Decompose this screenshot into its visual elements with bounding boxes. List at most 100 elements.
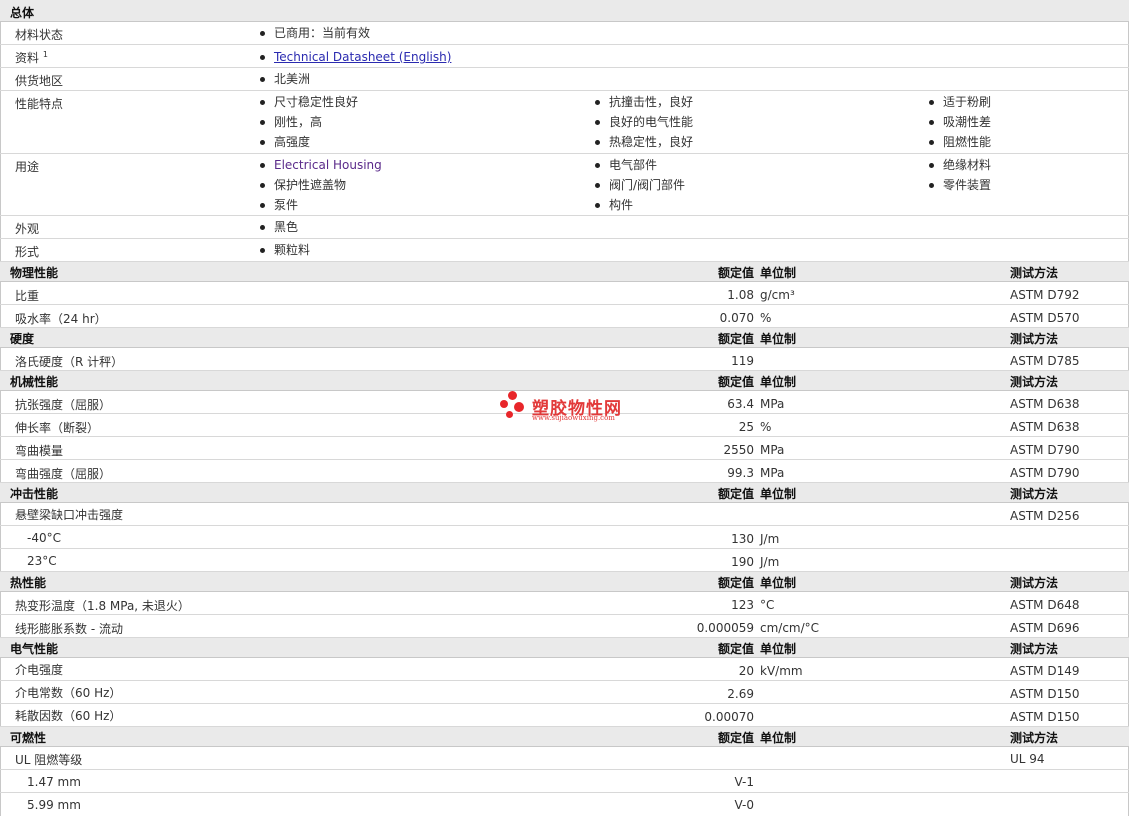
section-title: 机械性能 [10,375,59,389]
features-col-2: 抗撞击性，良好 良好的电气性能 热稳定性，良好 [594,92,693,152]
prop-method: ASTM D150 [1010,687,1080,701]
prop-name: 介电强度 [15,663,64,677]
prop-name: 洛氏硬度（R 计秤） [15,355,124,369]
table-row: 洛氏硬度（R 计秤） 119 ASTM D785 [0,348,1129,371]
col-method: 测试方法 [1010,576,1059,590]
feature-item: 吸潮性差 [928,112,991,132]
prop-name: 悬壁梁缺口冲击强度 [15,508,124,522]
prop-value: 0.000059 [696,621,754,635]
use-item: 绝缘材料 [928,155,991,175]
col-nominal: 额定值 [717,576,754,590]
section-title: 热性能 [10,576,47,590]
prop-value: 1.08 [727,288,754,302]
prop-name: 热变形温度（1.8 MPa, 未退火） [15,599,190,613]
section-title: 物理性能 [10,266,59,280]
section-general-header: 总体 [0,0,1129,22]
table-row: 悬壁梁缺口冲击强度 ASTM D256 [0,503,1129,526]
prop-method: ASTM D149 [1010,664,1080,678]
feature-item: 良好的电气性能 [594,112,693,132]
prop-unit: J/m [760,532,780,546]
prop-value: 2.69 [727,687,754,701]
section-title: 硬度 [10,332,35,346]
docs-list: Technical Datasheet (English) [259,47,451,67]
col-unit: 单位制 [760,576,797,590]
prop-unit: MPa [760,397,785,411]
row-appearance: 外观 黑色 [0,216,1129,239]
col-method: 测试方法 [1010,332,1059,346]
prop-method: ASTM D638 [1010,397,1080,411]
feature-item: 高强度 [259,132,358,152]
region-value: 北美洲 [259,69,310,89]
col-unit: 单位制 [760,642,797,656]
table-row: 5.99 mm V-0 [0,793,1129,816]
feature-item: 阻燃性能 [928,132,991,152]
prop-value: 190 [731,555,754,569]
prop-name: UL 阻燃等级 [15,753,83,767]
section-impact-header: 冲击性能 额定值 单位制 测试方法 [0,483,1129,503]
col-unit: 单位制 [760,487,797,501]
prop-unit: kV/mm [760,664,803,678]
table-row: 弯曲模量 2550 MPa ASTM D790 [0,437,1129,460]
row-material-status: 材料状态 已商用：当前有效 [0,22,1129,45]
section-mechanical-header: 机械性能 额定值 单位制 测试方法 [0,371,1129,391]
feature-item: 热稳定性，良好 [594,132,693,152]
col-nominal: 额定值 [717,375,754,389]
features-col-1: 尺寸稳定性良好 刚性，高 高强度 [259,92,358,152]
col-nominal: 额定值 [717,642,754,656]
prop-value: 25 [738,420,754,434]
section-thermal-header: 热性能 额定值 单位制 测试方法 [0,572,1129,592]
prop-unit: g/cm³ [760,288,795,302]
col-method: 测试方法 [1010,487,1059,501]
row-label: 外观 [15,222,40,236]
form-list: 颗粒料 [259,240,310,260]
col-method: 测试方法 [1010,731,1059,745]
prop-value: 119 [731,354,754,368]
section-electrical-header: 电气性能 额定值 单位制 测试方法 [0,638,1129,658]
prop-method: ASTM D648 [1010,598,1080,612]
prop-method: ASTM D150 [1010,710,1080,724]
table-row: UL 阻燃等级 UL 94 [0,747,1129,770]
prop-name: 弯曲强度（屈服） [15,467,112,481]
table-row: 热变形温度（1.8 MPa, 未退火） 123 °C ASTM D648 [0,592,1129,615]
col-nominal: 额定值 [717,487,754,501]
prop-method: ASTM D792 [1010,288,1080,302]
features-col-3: 适于粉刷 吸潮性差 阻燃性能 [928,92,991,152]
feature-item: 抗撞击性，良好 [594,92,693,112]
table-row: 23°C 190 J/m [0,549,1129,572]
col-unit: 单位制 [760,375,797,389]
col-nominal: 额定值 [717,266,754,280]
prop-value: 0.070 [719,311,754,325]
use-item: 泵件 [259,195,382,215]
prop-name: 线形膨胀系数 - 流动 [15,622,123,636]
uses-col-3: 绝缘材料 零件装置 [928,155,991,195]
col-unit: 单位制 [760,332,797,346]
row-uses: 用途 Electrical Housing 保护性遮盖物 泵件 电气部件 阀门/… [0,154,1129,216]
row-label: 供货地区 [15,74,64,88]
prop-value: V-1 [734,775,754,789]
prop-name: 吸水率（24 hr） [15,312,107,326]
prop-method: ASTM D696 [1010,621,1080,635]
appearance-value: 黑色 [259,217,298,237]
use-item: 电气部件 [594,155,685,175]
prop-name: -40°C [27,531,61,545]
prop-name: 1.47 mm [27,775,81,789]
appearance-list: 黑色 [259,217,298,237]
prop-unit: % [760,420,772,434]
prop-value: 20 [738,664,754,678]
prop-value: 63.4 [727,397,754,411]
feature-item: 刚性，高 [259,112,358,132]
section-title: 总体 [10,6,35,20]
prop-name: 23°C [27,554,57,568]
use-item: 构件 [594,195,685,215]
row-label: 资料 1 [15,50,48,65]
datasheet-link[interactable]: Technical Datasheet (English) [274,50,451,64]
prop-method: UL 94 [1010,752,1045,766]
prop-unit: MPa [760,443,785,457]
feature-item: 尺寸稳定性良好 [259,92,358,112]
prop-unit: MPa [760,466,785,480]
prop-name: 耗散因数（60 Hz） [15,709,122,723]
section-flammability-header: 可燃性 额定值 单位制 测试方法 [0,727,1129,747]
table-row: -40°C 130 J/m [0,526,1129,549]
prop-name: 5.99 mm [27,798,81,812]
table-row: 线形膨胀系数 - 流动 0.000059 cm/cm/°C ASTM D696 [0,615,1129,638]
